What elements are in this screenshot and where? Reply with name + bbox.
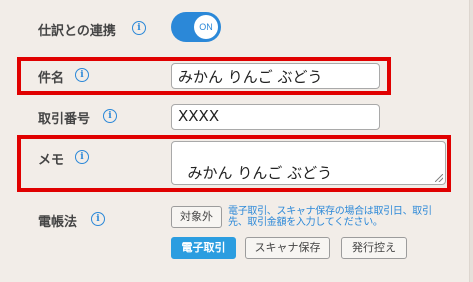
ebook-note: 電子取引、スキャナ保存の場合は取引日、取引先、取引金額を入力してください。	[228, 206, 432, 228]
info-icon[interactable]: i	[103, 109, 117, 123]
subject-input[interactable]: みかん りんご ぶどう	[171, 63, 380, 89]
option-issued-copy-button[interactable]: 発行控え	[341, 237, 407, 259]
option-scanner-button[interactable]: スキャナ保存	[245, 237, 330, 259]
ref-number-label: 取引番号	[38, 112, 91, 127]
resize-grip[interactable]	[435, 174, 443, 182]
subject-label: 件名	[38, 71, 65, 86]
memo-label: メモ	[38, 153, 65, 168]
integration-toggle[interactable]: ON	[171, 12, 221, 42]
info-icon[interactable]: i	[132, 21, 146, 35]
info-icon[interactable]: i	[75, 150, 89, 164]
ref-number-input[interactable]: XXXX	[171, 104, 380, 130]
panel-edge	[469, 0, 473, 282]
memo-text: みかん りんご ぶどう	[187, 164, 333, 182]
memo-textarea[interactable]: みかん りんご ぶどう	[171, 141, 446, 185]
ebook-label: 電帳法	[38, 215, 78, 230]
info-icon[interactable]: i	[91, 212, 105, 226]
option-electronic-button[interactable]: 電子取引	[171, 237, 236, 259]
excluded-button[interactable]: 対象外	[171, 206, 222, 228]
integration-label: 仕訳との連携	[38, 24, 116, 39]
info-icon[interactable]: i	[75, 68, 89, 82]
toggle-knob: ON	[194, 15, 218, 39]
